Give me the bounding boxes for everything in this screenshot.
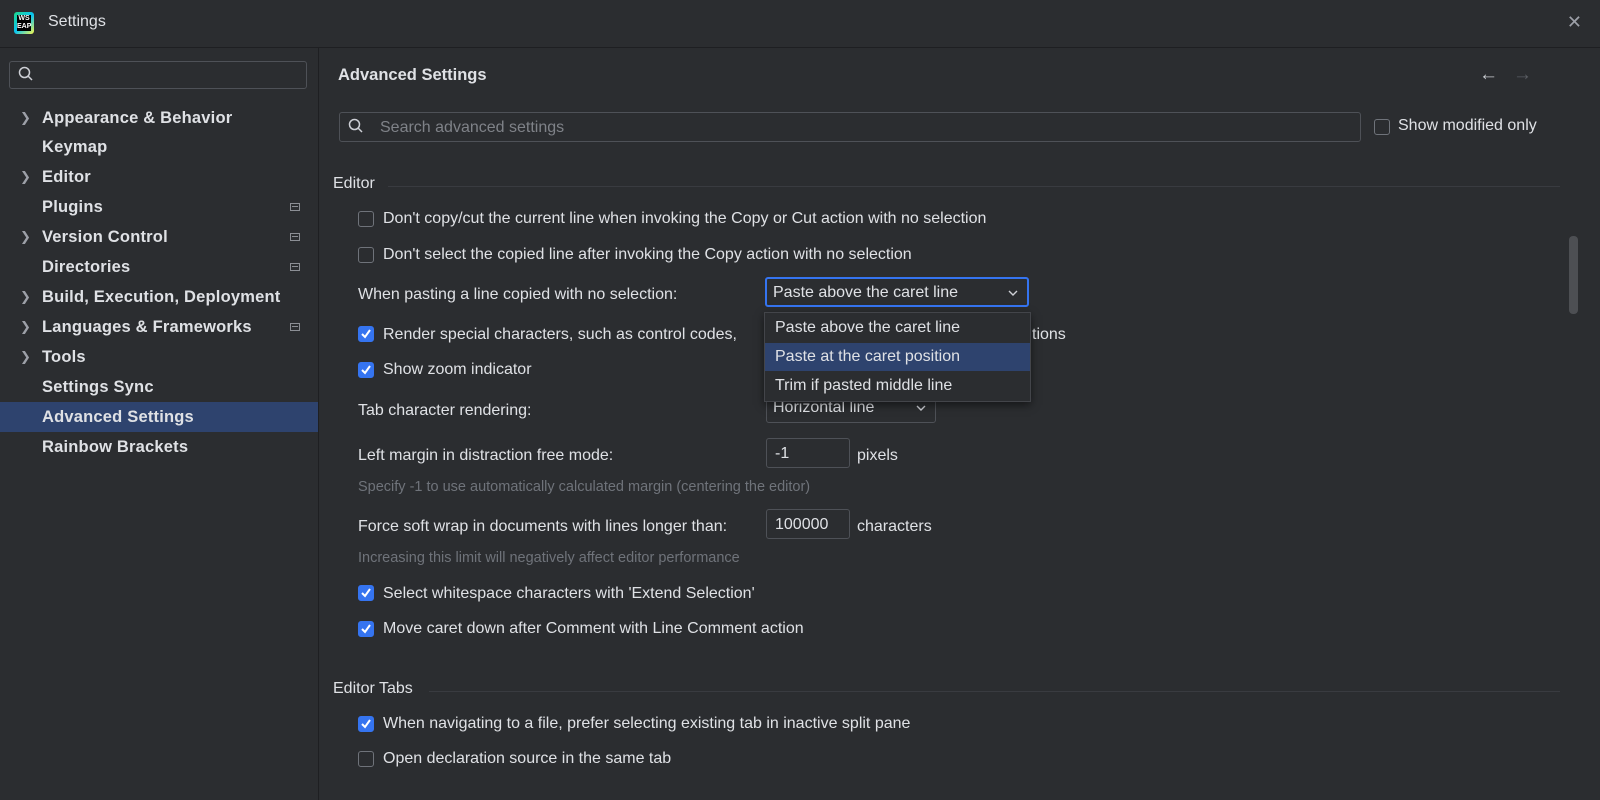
label-render-special-chars-tail: tions (1032, 326, 1066, 343)
checkbox-no-copy-cut-line[interactable] (358, 211, 374, 227)
chevron-right-icon[interactable]: ❯ (20, 312, 31, 342)
label-open-declaration-same-tab: Open declaration source in the same tab (383, 750, 672, 767)
chevron-down-icon (916, 405, 926, 411)
label-prefer-existing-tab: When navigating to a file, prefer select… (383, 715, 911, 732)
chevron-right-icon[interactable]: ❯ (20, 342, 31, 372)
chevron-right-icon[interactable]: ❯ (20, 162, 31, 192)
label-select-whitespace: Select whitespace characters with 'Exten… (383, 585, 755, 602)
advanced-settings-search[interactable] (339, 112, 1361, 142)
show-modified-label: Show modified only (1398, 117, 1537, 134)
chevron-right-icon[interactable]: ❯ (20, 282, 31, 312)
search-icon (18, 66, 33, 81)
project-level-icon (290, 263, 300, 271)
checkbox-select-whitespace[interactable] (358, 585, 374, 601)
checkbox-no-select-copied[interactable] (358, 247, 374, 263)
label-paste-line: When pasting a line copied with no selec… (358, 286, 678, 303)
checkbox-prefer-existing-tab[interactable] (358, 716, 374, 732)
vertical-scrollbar[interactable] (1569, 236, 1578, 314)
sidebar-search-input[interactable] (46, 64, 300, 88)
project-level-icon (290, 233, 300, 241)
left-margin-field[interactable] (766, 438, 850, 468)
label-characters: characters (857, 518, 932, 535)
sidebar-item-build-execution-deployment[interactable]: ❯ Build, Execution, Deployment (0, 282, 318, 312)
label-move-caret: Move caret down after Comment with Line … (383, 620, 804, 637)
label-soft-wrap: Force soft wrap in documents with lines … (358, 518, 728, 535)
advanced-settings-search-input[interactable] (378, 116, 1342, 140)
sidebar-item-settings-sync[interactable]: Settings Sync (0, 372, 318, 402)
chevron-right-icon[interactable]: ❯ (20, 222, 31, 252)
soft-wrap-field[interactable] (766, 509, 850, 539)
window-title: Settings (48, 13, 106, 30)
search-icon (348, 118, 363, 133)
project-level-icon (290, 323, 300, 331)
checkbox-render-special-chars[interactable] (358, 326, 374, 342)
sidebar-item-advanced-settings[interactable]: Advanced Settings (0, 402, 318, 432)
sidebar-item-tools[interactable]: ❯ Tools (0, 342, 318, 372)
popup-option-paste-above[interactable]: Paste above the caret line (765, 314, 1030, 342)
project-level-icon (290, 203, 300, 211)
sidebar-search[interactable] (9, 61, 307, 89)
checkbox-move-caret[interactable] (358, 621, 374, 637)
checkbox-open-declaration-same-tab[interactable] (358, 751, 374, 767)
sidebar-item-plugins[interactable]: Plugins (0, 192, 318, 222)
section-title-editor-tabs: Editor Tabs (333, 680, 413, 697)
forward-arrow-icon[interactable]: → (1513, 64, 1532, 86)
label-show-zoom: Show zoom indicator (383, 361, 532, 378)
label-no-select-copied: Don't select the copied line after invok… (383, 246, 912, 263)
webstorm-logo-icon: WS EAP (14, 12, 34, 34)
sidebar-item-version-control[interactable]: ❯ Version Control (0, 222, 318, 252)
section-title-editor: Editor (333, 175, 375, 192)
sidebar-item-editor[interactable]: ❯ Editor (0, 162, 318, 192)
checkbox-show-zoom[interactable] (358, 362, 374, 378)
section-divider (388, 186, 1560, 187)
sidebar-item-appearance-behavior[interactable]: ❯ Appearance & Behavior (0, 103, 318, 133)
back-arrow-icon[interactable]: ← (1479, 64, 1498, 86)
section-divider (429, 691, 1560, 692)
title-bar: WS EAP Settings ✕ (0, 0, 1600, 48)
close-icon[interactable]: ✕ (1567, 12, 1582, 33)
paste-mode-popup: Paste above the caret line Paste at the … (764, 312, 1031, 402)
settings-sidebar: ❯ Appearance & Behavior Keymap ❯ Editor … (0, 48, 319, 800)
label-no-copy-cut-line: Don't copy/cut the current line when inv… (383, 210, 987, 227)
popup-option-trim-middle[interactable]: Trim if pasted middle line (765, 372, 1030, 400)
chevron-down-icon (1008, 290, 1018, 296)
hint-left-margin: Specify -1 to use automatically calculat… (358, 479, 811, 495)
page-title: Advanced Settings (338, 66, 487, 84)
sidebar-item-rainbow-brackets[interactable]: Rainbow Brackets (0, 432, 318, 462)
hint-soft-wrap: Increasing this limit will negatively af… (358, 550, 740, 566)
settings-content: Advanced Settings ← → Show modified only… (319, 48, 1600, 800)
sidebar-item-languages-frameworks[interactable]: ❯ Languages & Frameworks (0, 312, 318, 342)
label-left-margin: Left margin in distraction free mode: (358, 447, 614, 464)
show-modified-checkbox[interactable] (1374, 119, 1390, 135)
soft-wrap-input[interactable] (773, 514, 847, 536)
label-pixels: pixels (857, 447, 898, 464)
sidebar-item-keymap[interactable]: Keymap (0, 132, 318, 162)
label-tab-rendering: Tab character rendering: (358, 402, 532, 419)
label-render-special-chars: Render special characters, such as contr… (383, 326, 737, 343)
popup-option-paste-at-caret[interactable]: Paste at the caret position (765, 343, 1030, 371)
chevron-right-icon[interactable]: ❯ (20, 103, 31, 133)
sidebar-item-directories[interactable]: Directories (0, 252, 318, 282)
left-margin-input[interactable] (773, 443, 847, 465)
paste-mode-dropdown[interactable]: Paste above the caret line (765, 277, 1029, 307)
